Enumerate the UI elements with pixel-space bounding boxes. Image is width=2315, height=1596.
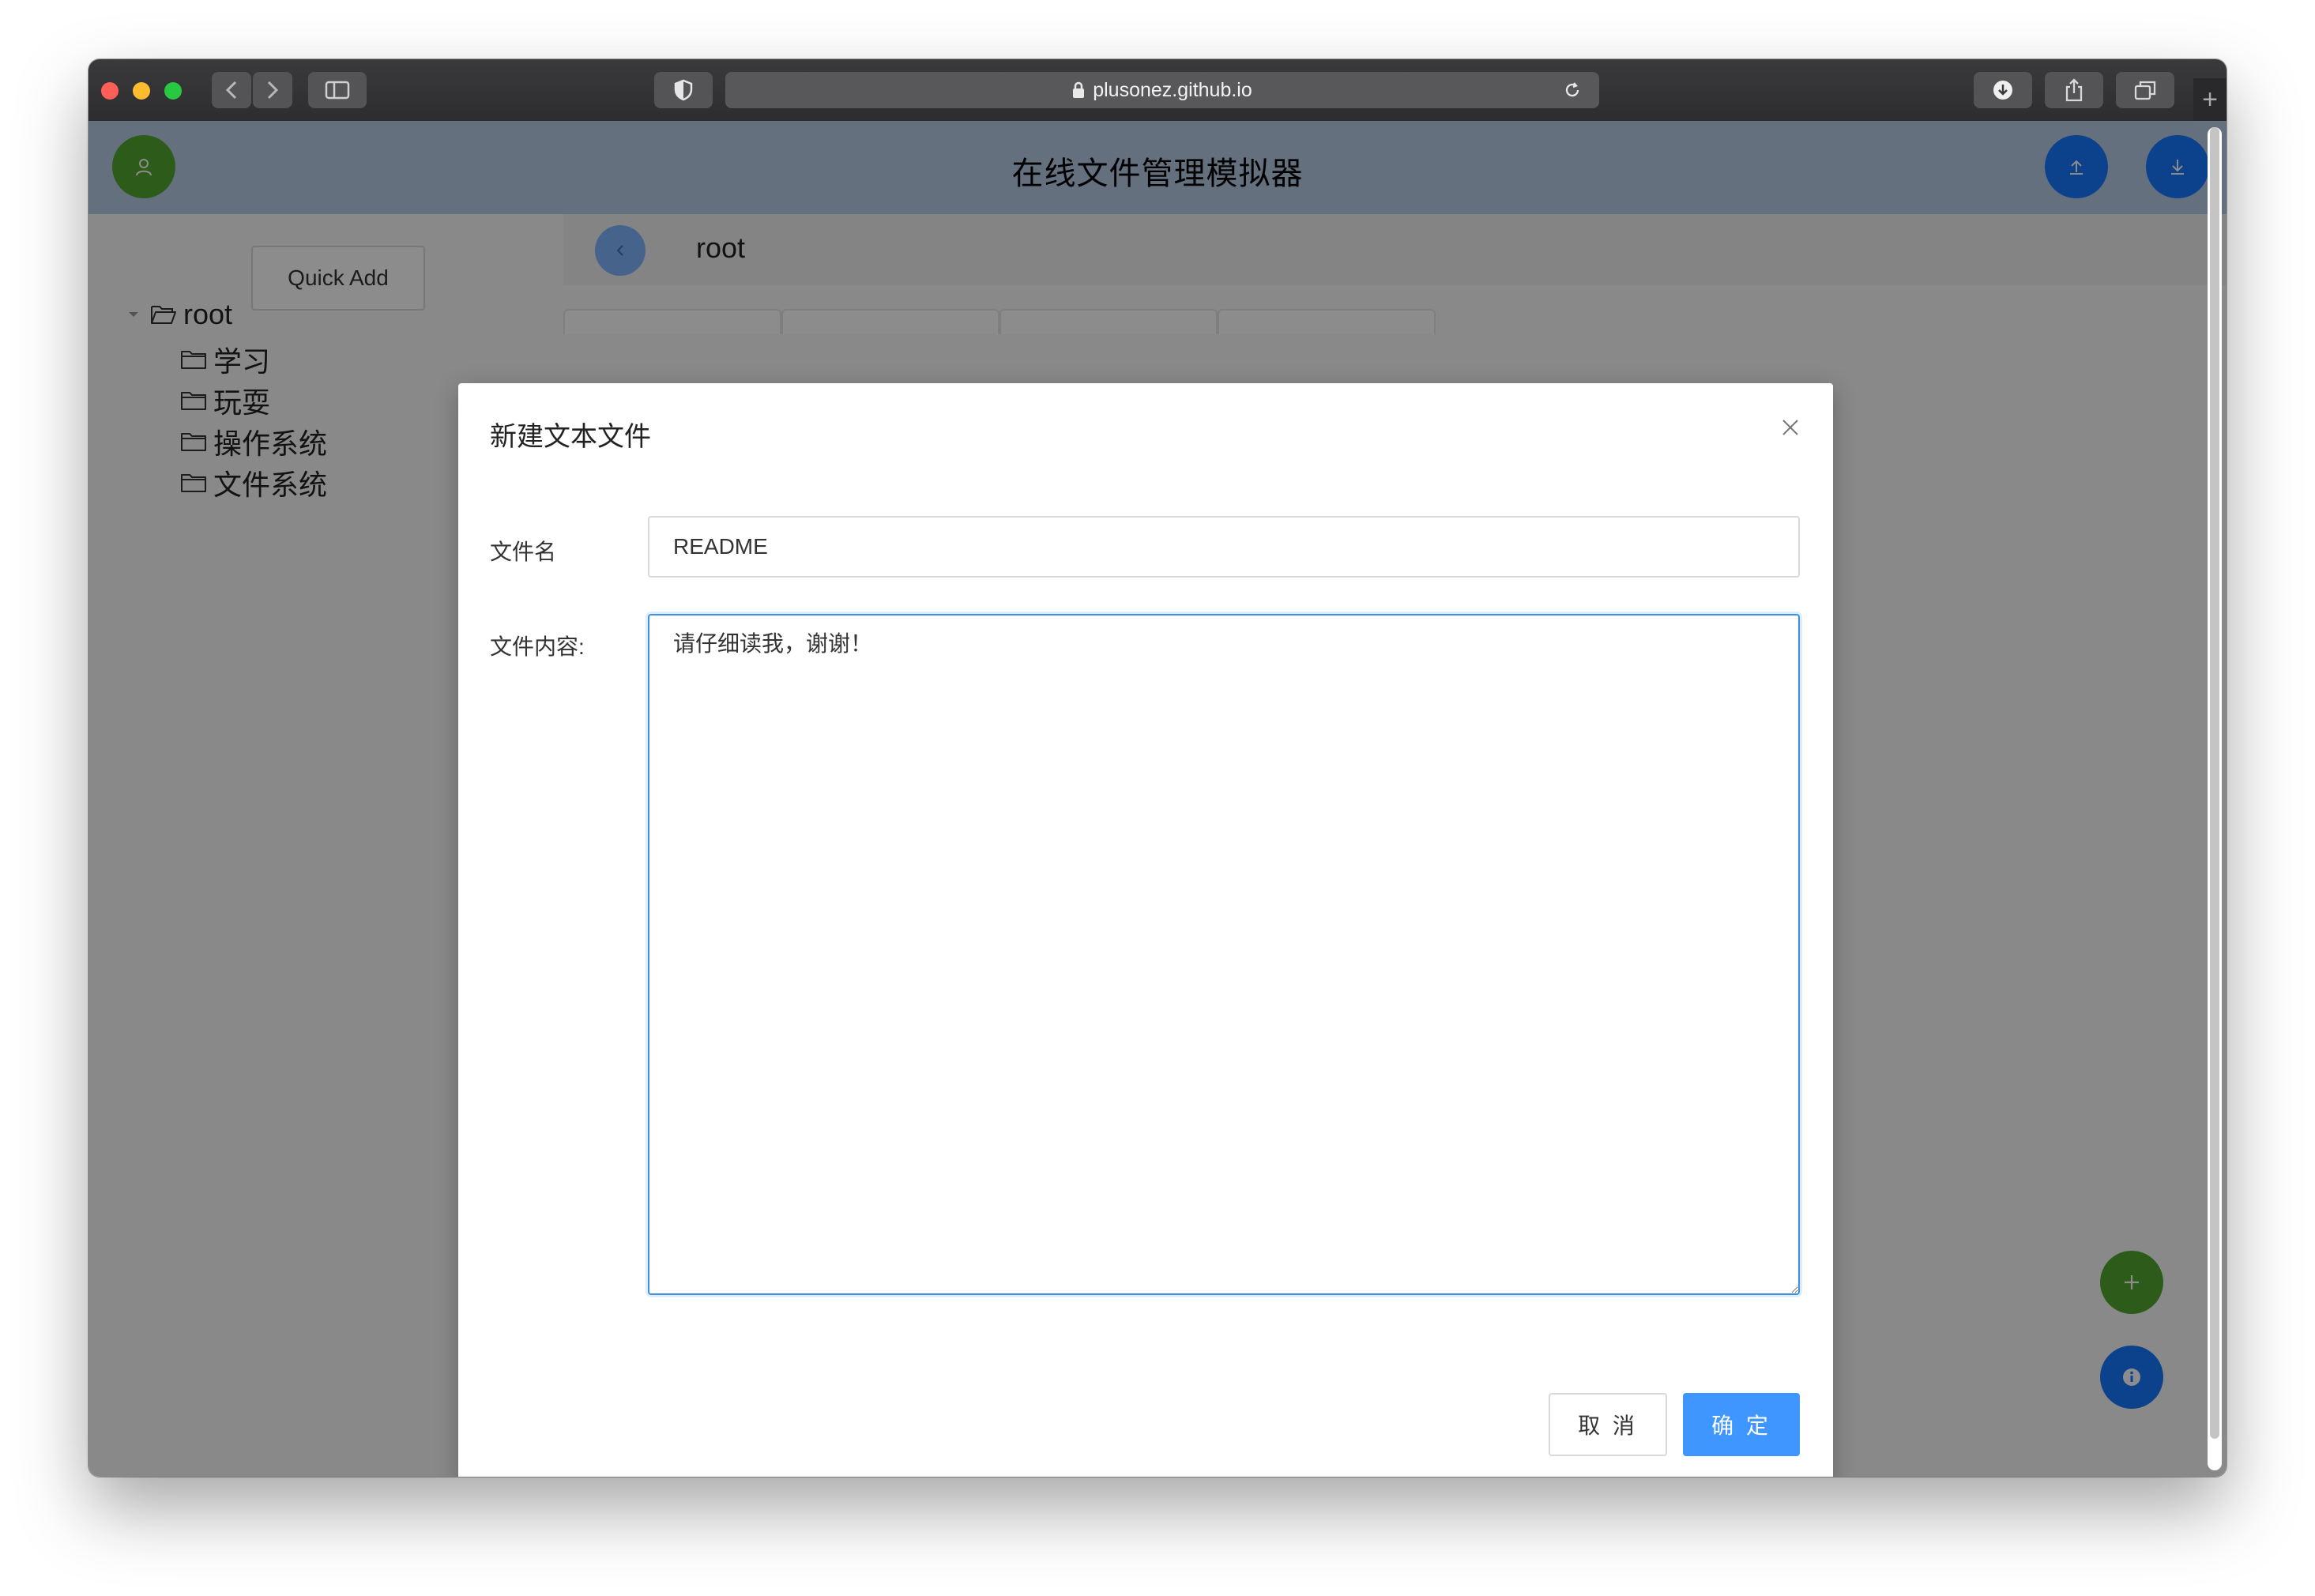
scrollbar-thumb[interactable]: [2210, 127, 2219, 1439]
filename-label: 文件名: [490, 540, 557, 564]
new-tab-button[interactable]: +: [2193, 78, 2227, 121]
filename-input[interactable]: [648, 516, 1800, 578]
browser-window: plusonez.github.io + 在线文件管理模拟器 Quick Add…: [88, 59, 2227, 1477]
downloads-button[interactable]: [1974, 72, 2032, 108]
cancel-button[interactable]: 取 消: [1549, 1393, 1667, 1456]
share-icon: [2065, 78, 2083, 102]
content-textarea[interactable]: 请仔细读我，谢谢！: [648, 614, 1800, 1295]
address-bar[interactable]: plusonez.github.io: [725, 72, 1599, 108]
new-text-file-dialog: 新建文本文件 文件名 文件内容: 请仔细读我，谢谢！ 取 消 确 定: [458, 383, 1833, 1477]
shield-icon: [674, 79, 693, 101]
forward-nav-button[interactable]: [253, 72, 292, 108]
sidebar-toggle-button[interactable]: [308, 72, 367, 108]
chevron-left-icon: [225, 81, 237, 100]
chevron-right-icon: [267, 81, 279, 100]
back-nav-button[interactable]: [212, 72, 251, 108]
url-text: plusonez.github.io: [1093, 78, 1252, 101]
web-page: 在线文件管理模拟器 Quick Add root 学习 玩耍 操作系统 文件系统…: [88, 121, 2227, 1477]
share-button[interactable]: [2045, 72, 2103, 108]
page-scrollbar[interactable]: [2208, 127, 2222, 1470]
maximize-window-button[interactable]: [164, 82, 182, 100]
reload-icon[interactable]: [1563, 81, 1582, 100]
content-label: 文件内容:: [490, 634, 585, 659]
tabs-overview-button[interactable]: [2116, 72, 2174, 108]
minimize-window-button[interactable]: [133, 82, 150, 100]
privacy-shield-button[interactable]: [654, 72, 713, 108]
lock-icon: [1073, 81, 1085, 98]
sidebar-icon: [325, 81, 350, 100]
tabs-icon: [2134, 81, 2156, 100]
close-icon[interactable]: [1779, 416, 1801, 439]
ok-button[interactable]: 确 定: [1683, 1393, 1800, 1456]
browser-toolbar: plusonez.github.io +: [88, 59, 2227, 122]
close-window-button[interactable]: [101, 82, 119, 100]
dialog-title: 新建文本文件: [490, 422, 651, 452]
download-icon: [1993, 81, 2012, 100]
